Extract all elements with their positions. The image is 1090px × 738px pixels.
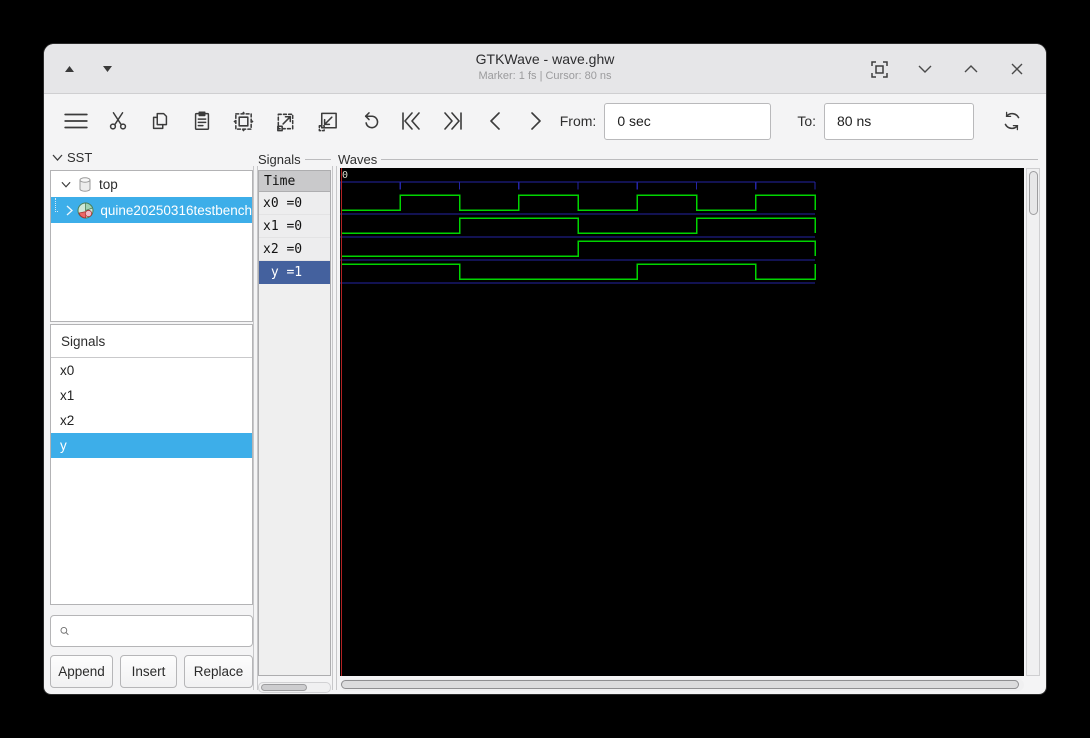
from-label: From: bbox=[559, 113, 597, 129]
replace-button[interactable]: Replace bbox=[184, 655, 253, 688]
chevron-down-icon bbox=[918, 65, 932, 73]
sst-tree: top quine20250316testbench bbox=[50, 170, 253, 322]
expander-down-icon bbox=[52, 154, 63, 161]
from-input[interactable] bbox=[604, 102, 772, 140]
waveform-traces: 0 bbox=[340, 168, 816, 676]
main-area: SST top quine20250316testbench Signals x… bbox=[44, 148, 1046, 694]
signal-search[interactable] bbox=[50, 615, 253, 647]
shift-left-button[interactable] bbox=[476, 101, 513, 141]
signal-values-panel: Time x0 =0 x1 =0 x2 =0 y =1 bbox=[258, 170, 331, 676]
scissors-icon bbox=[110, 112, 127, 130]
to-input[interactable] bbox=[824, 102, 974, 140]
clipboard-paste-icon bbox=[194, 111, 209, 130]
reload-icon bbox=[1004, 111, 1020, 131]
pane-splitter-right[interactable] bbox=[332, 166, 337, 690]
time-column-header[interactable]: Time bbox=[259, 171, 330, 192]
close-button[interactable] bbox=[1006, 58, 1028, 80]
triangle-down-icon bbox=[102, 66, 112, 72]
undo-button[interactable] bbox=[351, 101, 388, 141]
waves-hscrollbar[interactable] bbox=[340, 679, 1024, 691]
skip-to-start-icon bbox=[402, 112, 420, 130]
tree-item-label: top bbox=[99, 176, 118, 192]
tree-item-label: quine20250316testbench bbox=[100, 202, 252, 218]
maximize-button[interactable] bbox=[960, 58, 982, 80]
sst-expander[interactable]: SST bbox=[52, 150, 92, 165]
wave-canvas[interactable]: 0 bbox=[340, 168, 1024, 676]
expander-down-icon bbox=[59, 181, 73, 188]
gtkwave-window: GTKWave - wave.ghw Marker: 1 fs | Cursor… bbox=[44, 44, 1046, 694]
value-row[interactable]: x1 =0 bbox=[259, 215, 330, 238]
append-button[interactable]: Append bbox=[50, 655, 113, 688]
zoom-in-icon bbox=[277, 113, 294, 131]
go-to-end-button[interactable] bbox=[434, 101, 471, 141]
chevron-up-icon bbox=[964, 65, 978, 73]
value-row[interactable]: y =1 bbox=[259, 261, 330, 284]
titlebar-right-controls bbox=[868, 44, 1028, 94]
expander-right-icon bbox=[66, 204, 74, 216]
shade-up-button[interactable] bbox=[58, 58, 80, 80]
paste-button[interactable] bbox=[183, 101, 220, 141]
value-row[interactable]: x0 =0 bbox=[259, 192, 330, 215]
tree-guide-line bbox=[55, 198, 59, 212]
tree-item-top[interactable]: top bbox=[51, 171, 252, 197]
zoom-in-button[interactable] bbox=[267, 101, 304, 141]
skip-to-end-icon bbox=[443, 112, 462, 130]
titlebar: GTKWave - wave.ghw Marker: 1 fs | Cursor… bbox=[44, 44, 1046, 94]
scrollbar-thumb[interactable] bbox=[261, 684, 307, 691]
scrollbar-thumb[interactable] bbox=[341, 680, 1019, 689]
search-input[interactable] bbox=[76, 623, 252, 639]
scrollbar-thumb[interactable] bbox=[1028, 171, 1038, 215]
sst-label: SST bbox=[67, 150, 93, 165]
close-icon bbox=[1011, 63, 1023, 75]
search-icon bbox=[60, 627, 69, 636]
triangle-up-icon bbox=[64, 66, 74, 72]
waves-frame-label: Waves bbox=[338, 152, 1038, 167]
values-frame-label: Signals bbox=[258, 152, 331, 167]
zoom-fit-icon bbox=[233, 110, 254, 132]
signal-list-title: Signals bbox=[51, 325, 252, 358]
zoom-out-icon bbox=[318, 112, 337, 131]
toolbar: From: To: bbox=[44, 94, 1046, 148]
insert-button[interactable]: Insert bbox=[120, 655, 177, 688]
waves-vscrollbar[interactable] bbox=[1026, 168, 1040, 676]
fullscreen-button[interactable] bbox=[868, 58, 890, 80]
values-hscrollbar[interactable] bbox=[258, 682, 331, 693]
value-row[interactable]: x2 =0 bbox=[259, 238, 330, 261]
module-icon bbox=[77, 202, 94, 219]
tree-item-testbench[interactable]: quine20250316testbench bbox=[51, 197, 252, 223]
signal-list: x0 x1 x2 y bbox=[51, 358, 252, 458]
undo-arrow-icon bbox=[364, 111, 378, 128]
menu-button[interactable] bbox=[58, 101, 95, 141]
to-label: To: bbox=[797, 113, 816, 129]
svg-text:0: 0 bbox=[342, 170, 348, 181]
cut-button[interactable] bbox=[100, 101, 137, 141]
chevron-left-icon bbox=[489, 112, 500, 130]
titlebar-left-controls bbox=[58, 44, 118, 94]
database-cylinder-icon bbox=[77, 176, 93, 193]
signal-list-panel: Signals x0 x1 x2 y bbox=[50, 324, 253, 605]
zoom-out-button[interactable] bbox=[309, 101, 346, 141]
value-rows: x0 =0 x1 =0 x2 =0 y =1 bbox=[259, 192, 330, 284]
copy-icon bbox=[152, 112, 168, 130]
signal-list-item-y[interactable]: y bbox=[51, 433, 252, 458]
signal-list-item-x1[interactable]: x1 bbox=[51, 383, 252, 408]
chevron-right-icon bbox=[531, 112, 542, 130]
time-range-controls: From: To: bbox=[560, 101, 1032, 141]
zoom-fit-button[interactable] bbox=[225, 101, 262, 141]
fullscreen-icon bbox=[870, 60, 888, 78]
shift-right-button[interactable] bbox=[518, 101, 555, 141]
reload-button[interactable] bbox=[992, 101, 1032, 141]
signal-list-item-x0[interactable]: x0 bbox=[51, 358, 252, 383]
signal-list-item-x2[interactable]: x2 bbox=[51, 408, 252, 433]
go-to-start-button[interactable] bbox=[393, 101, 430, 141]
hamburger-menu-icon bbox=[64, 113, 89, 129]
copy-button[interactable] bbox=[142, 101, 179, 141]
minimize-button[interactable] bbox=[914, 58, 936, 80]
shade-down-button[interactable] bbox=[96, 58, 118, 80]
